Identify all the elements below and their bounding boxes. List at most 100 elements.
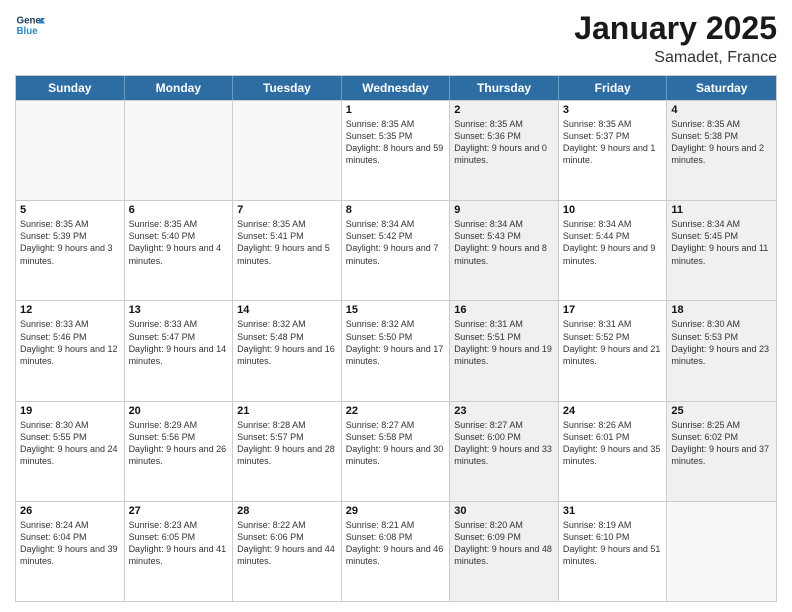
cell-info: Sunrise: 8:35 AM Sunset: 5:37 PM Dayligh… xyxy=(563,118,663,167)
day-number: 15 xyxy=(346,304,446,316)
day-number: 12 xyxy=(20,304,120,316)
calendar-cell: 2 Sunrise: 8:35 AM Sunset: 5:36 PM Daylig… xyxy=(450,101,559,200)
weekday-header: Tuesday xyxy=(233,76,342,100)
cell-info: Sunrise: 8:30 AM Sunset: 5:55 PM Dayligh… xyxy=(20,419,120,468)
calendar-row: 5 Sunrise: 8:35 AM Sunset: 5:39 PM Daylig… xyxy=(16,200,776,300)
cell-info: Sunrise: 8:35 AM Sunset: 5:38 PM Dayligh… xyxy=(671,118,772,167)
title-block: January 2025 Samadet, France xyxy=(574,10,777,67)
cell-info: Sunrise: 8:32 AM Sunset: 5:50 PM Dayligh… xyxy=(346,318,446,367)
cell-info: Sunrise: 8:35 AM Sunset: 5:41 PM Dayligh… xyxy=(237,218,337,267)
cell-info: Sunrise: 8:31 AM Sunset: 5:52 PM Dayligh… xyxy=(563,318,663,367)
calendar-cell: 19 Sunrise: 8:30 AM Sunset: 5:55 PM Dayli… xyxy=(16,402,125,501)
svg-text:Blue: Blue xyxy=(17,26,39,37)
calendar-cell: 29 Sunrise: 8:21 AM Sunset: 6:08 PM Dayli… xyxy=(342,502,451,601)
calendar-cell: 20 Sunrise: 8:29 AM Sunset: 5:56 PM Dayli… xyxy=(125,402,234,501)
calendar-cell xyxy=(125,101,234,200)
cell-info: Sunrise: 8:32 AM Sunset: 5:48 PM Dayligh… xyxy=(237,318,337,367)
calendar-cell: 10 Sunrise: 8:34 AM Sunset: 5:44 PM Dayli… xyxy=(559,201,668,300)
day-number: 16 xyxy=(454,304,554,316)
day-number: 1 xyxy=(346,104,446,116)
calendar-cell: 27Sunrise: 8:23 AM Sunset: 6:05 PM Dayli… xyxy=(125,502,234,601)
month-title: January 2025 xyxy=(574,10,777,47)
day-number: 11 xyxy=(671,204,772,216)
day-number: 22 xyxy=(346,405,446,417)
day-number: 14 xyxy=(237,304,337,316)
calendar-cell: 17 Sunrise: 8:31 AM Sunset: 5:52 PM Dayli… xyxy=(559,301,668,400)
day-number: 25 xyxy=(671,405,772,417)
day-number: 3 xyxy=(563,104,663,116)
day-number: 21 xyxy=(237,405,337,417)
day-number: 26 xyxy=(20,505,120,517)
cell-info: Sunrise: 8:31 AM Sunset: 5:51 PM Dayligh… xyxy=(454,318,554,367)
calendar-cell: 25 Sunrise: 8:25 AM Sunset: 6:02 PM Dayli… xyxy=(667,402,776,501)
cell-info: Sunrise: 8:21 AM Sunset: 6:08 PM Dayligh… xyxy=(346,519,446,568)
calendar-cell: 12 Sunrise: 8:33 AM Sunset: 5:46 PM Dayli… xyxy=(16,301,125,400)
day-number: 28 xyxy=(237,505,337,517)
cell-info: Sunrise: 8:34 AM Sunset: 5:43 PM Dayligh… xyxy=(454,218,554,267)
cell-info: Sunrise: 8:33 AM Sunset: 5:46 PM Dayligh… xyxy=(20,318,120,367)
weekday-header: Wednesday xyxy=(342,76,451,100)
day-number: 2 xyxy=(454,104,554,116)
cell-info: Sunrise: 8:27 AM Sunset: 5:58 PM Dayligh… xyxy=(346,419,446,468)
day-number: 13 xyxy=(129,304,229,316)
calendar-cell: 21 Sunrise: 8:28 AM Sunset: 5:57 PM Dayli… xyxy=(233,402,342,501)
day-number: 19 xyxy=(20,405,120,417)
calendar-cell: 3 Sunrise: 8:35 AM Sunset: 5:37 PM Daylig… xyxy=(559,101,668,200)
calendar-cell: 14 Sunrise: 8:32 AM Sunset: 5:48 PM Dayli… xyxy=(233,301,342,400)
cell-info: Sunrise: 8:35 AM Sunset: 5:36 PM Dayligh… xyxy=(454,118,554,167)
logo-icon: General Blue xyxy=(15,10,45,40)
weekday-header: Monday xyxy=(125,76,234,100)
cell-info: Sunrise: 8:28 AM Sunset: 5:57 PM Dayligh… xyxy=(237,419,337,468)
day-number: 27 xyxy=(129,505,229,517)
header: General Blue January 2025 Samadet, Franc… xyxy=(15,10,777,67)
calendar-cell: 11 Sunrise: 8:34 AM Sunset: 5:45 PM Dayli… xyxy=(667,201,776,300)
day-number: 10 xyxy=(563,204,663,216)
day-number: 20 xyxy=(129,405,229,417)
weekday-header: Thursday xyxy=(450,76,559,100)
logo: General Blue xyxy=(15,10,45,40)
calendar-cell: 8 Sunrise: 8:34 AM Sunset: 5:42 PM Daylig… xyxy=(342,201,451,300)
calendar-body: 1 Sunrise: 8:35 AM Sunset: 5:35 PM Daylig… xyxy=(16,100,776,601)
cell-info: Sunrise: 8:24 AM Sunset: 6:04 PM Dayligh… xyxy=(20,519,120,568)
day-number: 17 xyxy=(563,304,663,316)
cell-info: Sunrise: 8:34 AM Sunset: 5:44 PM Dayligh… xyxy=(563,218,663,267)
day-number: 7 xyxy=(237,204,337,216)
calendar-row: 19 Sunrise: 8:30 AM Sunset: 5:55 PM Dayli… xyxy=(16,401,776,501)
calendar-row: 26 Sunrise: 8:24 AM Sunset: 6:04 PM Dayli… xyxy=(16,501,776,601)
cell-info: Sunrise: 8:34 AM Sunset: 5:42 PM Dayligh… xyxy=(346,218,446,267)
day-number: 24 xyxy=(563,405,663,417)
calendar-cell: 6 Sunrise: 8:35 AM Sunset: 5:40 PM Daylig… xyxy=(125,201,234,300)
day-number: 6 xyxy=(129,204,229,216)
cell-info: Sunrise: 8:19 AM Sunset: 6:10 PM Dayligh… xyxy=(563,519,663,568)
day-number: 5 xyxy=(20,204,120,216)
day-number: 4 xyxy=(671,104,772,116)
day-number: 29 xyxy=(346,505,446,517)
cell-info: Sunrise: 8:25 AM Sunset: 6:02 PM Dayligh… xyxy=(671,419,772,468)
calendar-cell: 13 Sunrise: 8:33 AM Sunset: 5:47 PM Dayli… xyxy=(125,301,234,400)
cell-info: Sunrise: 8:30 AM Sunset: 5:53 PM Dayligh… xyxy=(671,318,772,367)
calendar-cell xyxy=(233,101,342,200)
calendar-cell: 7 Sunrise: 8:35 AM Sunset: 5:41 PM Daylig… xyxy=(233,201,342,300)
cell-info: Sunrise: 8:35 AM Sunset: 5:39 PM Dayligh… xyxy=(20,218,120,267)
calendar-header: SundayMondayTuesdayWednesdayThursdayFrid… xyxy=(16,76,776,100)
calendar-cell xyxy=(16,101,125,200)
calendar-cell: 23Sunrise: 8:27 AM Sunset: 6:00 PM Dayli… xyxy=(450,402,559,501)
cell-info: Sunrise: 8:29 AM Sunset: 5:56 PM Dayligh… xyxy=(129,419,229,468)
day-number: 23 xyxy=(454,405,554,417)
weekday-header: Saturday xyxy=(667,76,776,100)
day-number: 8 xyxy=(346,204,446,216)
calendar-cell: 1 Sunrise: 8:35 AM Sunset: 5:35 PM Daylig… xyxy=(342,101,451,200)
calendar-cell xyxy=(667,502,776,601)
calendar-cell: 24Sunrise: 8:26 AM Sunset: 6:01 PM Dayli… xyxy=(559,402,668,501)
location-title: Samadet, France xyxy=(574,49,777,67)
calendar-cell: 4 Sunrise: 8:35 AM Sunset: 5:38 PM Daylig… xyxy=(667,101,776,200)
cell-info: Sunrise: 8:35 AM Sunset: 5:40 PM Dayligh… xyxy=(129,218,229,267)
calendar: SundayMondayTuesdayWednesdayThursdayFrid… xyxy=(15,75,777,602)
cell-info: Sunrise: 8:33 AM Sunset: 5:47 PM Dayligh… xyxy=(129,318,229,367)
cell-info: Sunrise: 8:34 AM Sunset: 5:45 PM Dayligh… xyxy=(671,218,772,267)
day-number: 18 xyxy=(671,304,772,316)
calendar-cell: 31Sunrise: 8:19 AM Sunset: 6:10 PM Dayli… xyxy=(559,502,668,601)
cell-info: Sunrise: 8:35 AM Sunset: 5:35 PM Dayligh… xyxy=(346,118,446,167)
calendar-cell: 28Sunrise: 8:22 AM Sunset: 6:06 PM Dayli… xyxy=(233,502,342,601)
calendar-cell: 22 Sunrise: 8:27 AM Sunset: 5:58 PM Dayli… xyxy=(342,402,451,501)
